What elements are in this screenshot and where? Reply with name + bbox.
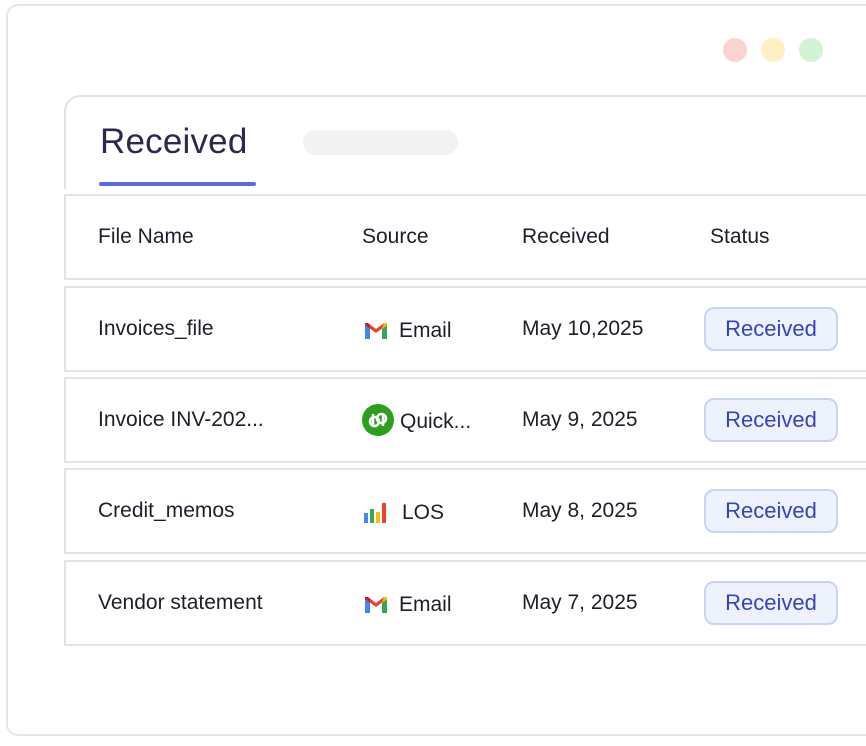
received-date: May 8, 2025 — [522, 499, 638, 522]
source-label: Email — [399, 319, 452, 342]
quickbooks-icon — [362, 404, 394, 436]
table-row[interactable]: Credit_memos LOS May 8, 2025 Received — [64, 468, 866, 554]
bar-chart-icon — [364, 503, 386, 523]
column-header-file-name[interactable]: File Name — [98, 225, 194, 249]
tab-placeholder — [303, 130, 458, 155]
maximize-window-button[interactable] — [799, 38, 823, 62]
source-label: LOS — [402, 501, 445, 524]
status-badge: Received — [704, 489, 838, 533]
tab-received[interactable]: Received — [100, 122, 248, 162]
column-header-source[interactable]: Source — [362, 225, 429, 249]
gmail-icon — [365, 597, 387, 613]
source-cell: Email — [362, 591, 452, 619]
file-name: Credit_memos — [98, 499, 235, 522]
file-name: Invoice INV-202... — [98, 408, 264, 431]
received-date: May 10,2025 — [522, 317, 644, 340]
status-badge: Received — [704, 398, 838, 442]
column-header-received[interactable]: Received — [522, 225, 610, 249]
source-label: Quick... — [400, 410, 472, 433]
received-date: May 7, 2025 — [522, 591, 638, 614]
source-cell: LOS — [362, 499, 444, 527]
close-window-button[interactable] — [723, 38, 747, 62]
table-row[interactable]: Invoice INV-202... Quick... May 9, 2025 … — [64, 377, 866, 463]
received-date: May 9, 2025 — [522, 408, 638, 431]
source-cell: Email — [362, 317, 452, 345]
status-badge: Received — [704, 307, 838, 351]
active-tab-indicator — [99, 182, 256, 186]
source-cell: Quick... — [362, 404, 472, 436]
column-header-status[interactable]: Status — [710, 225, 770, 249]
table-row[interactable]: Vendor statement Email May 7, 2025 Recei… — [64, 560, 866, 646]
table-row[interactable]: Invoices_file Email May 10,2025 Received — [64, 286, 866, 372]
table-header: File Name Source Received Status — [64, 194, 866, 280]
file-name: Vendor statement — [98, 591, 263, 614]
status-badge: Received — [704, 581, 838, 625]
minimize-window-button[interactable] — [761, 38, 785, 62]
gmail-icon — [365, 323, 387, 339]
file-name: Invoices_file — [98, 317, 214, 340]
source-label: Email — [399, 593, 452, 616]
